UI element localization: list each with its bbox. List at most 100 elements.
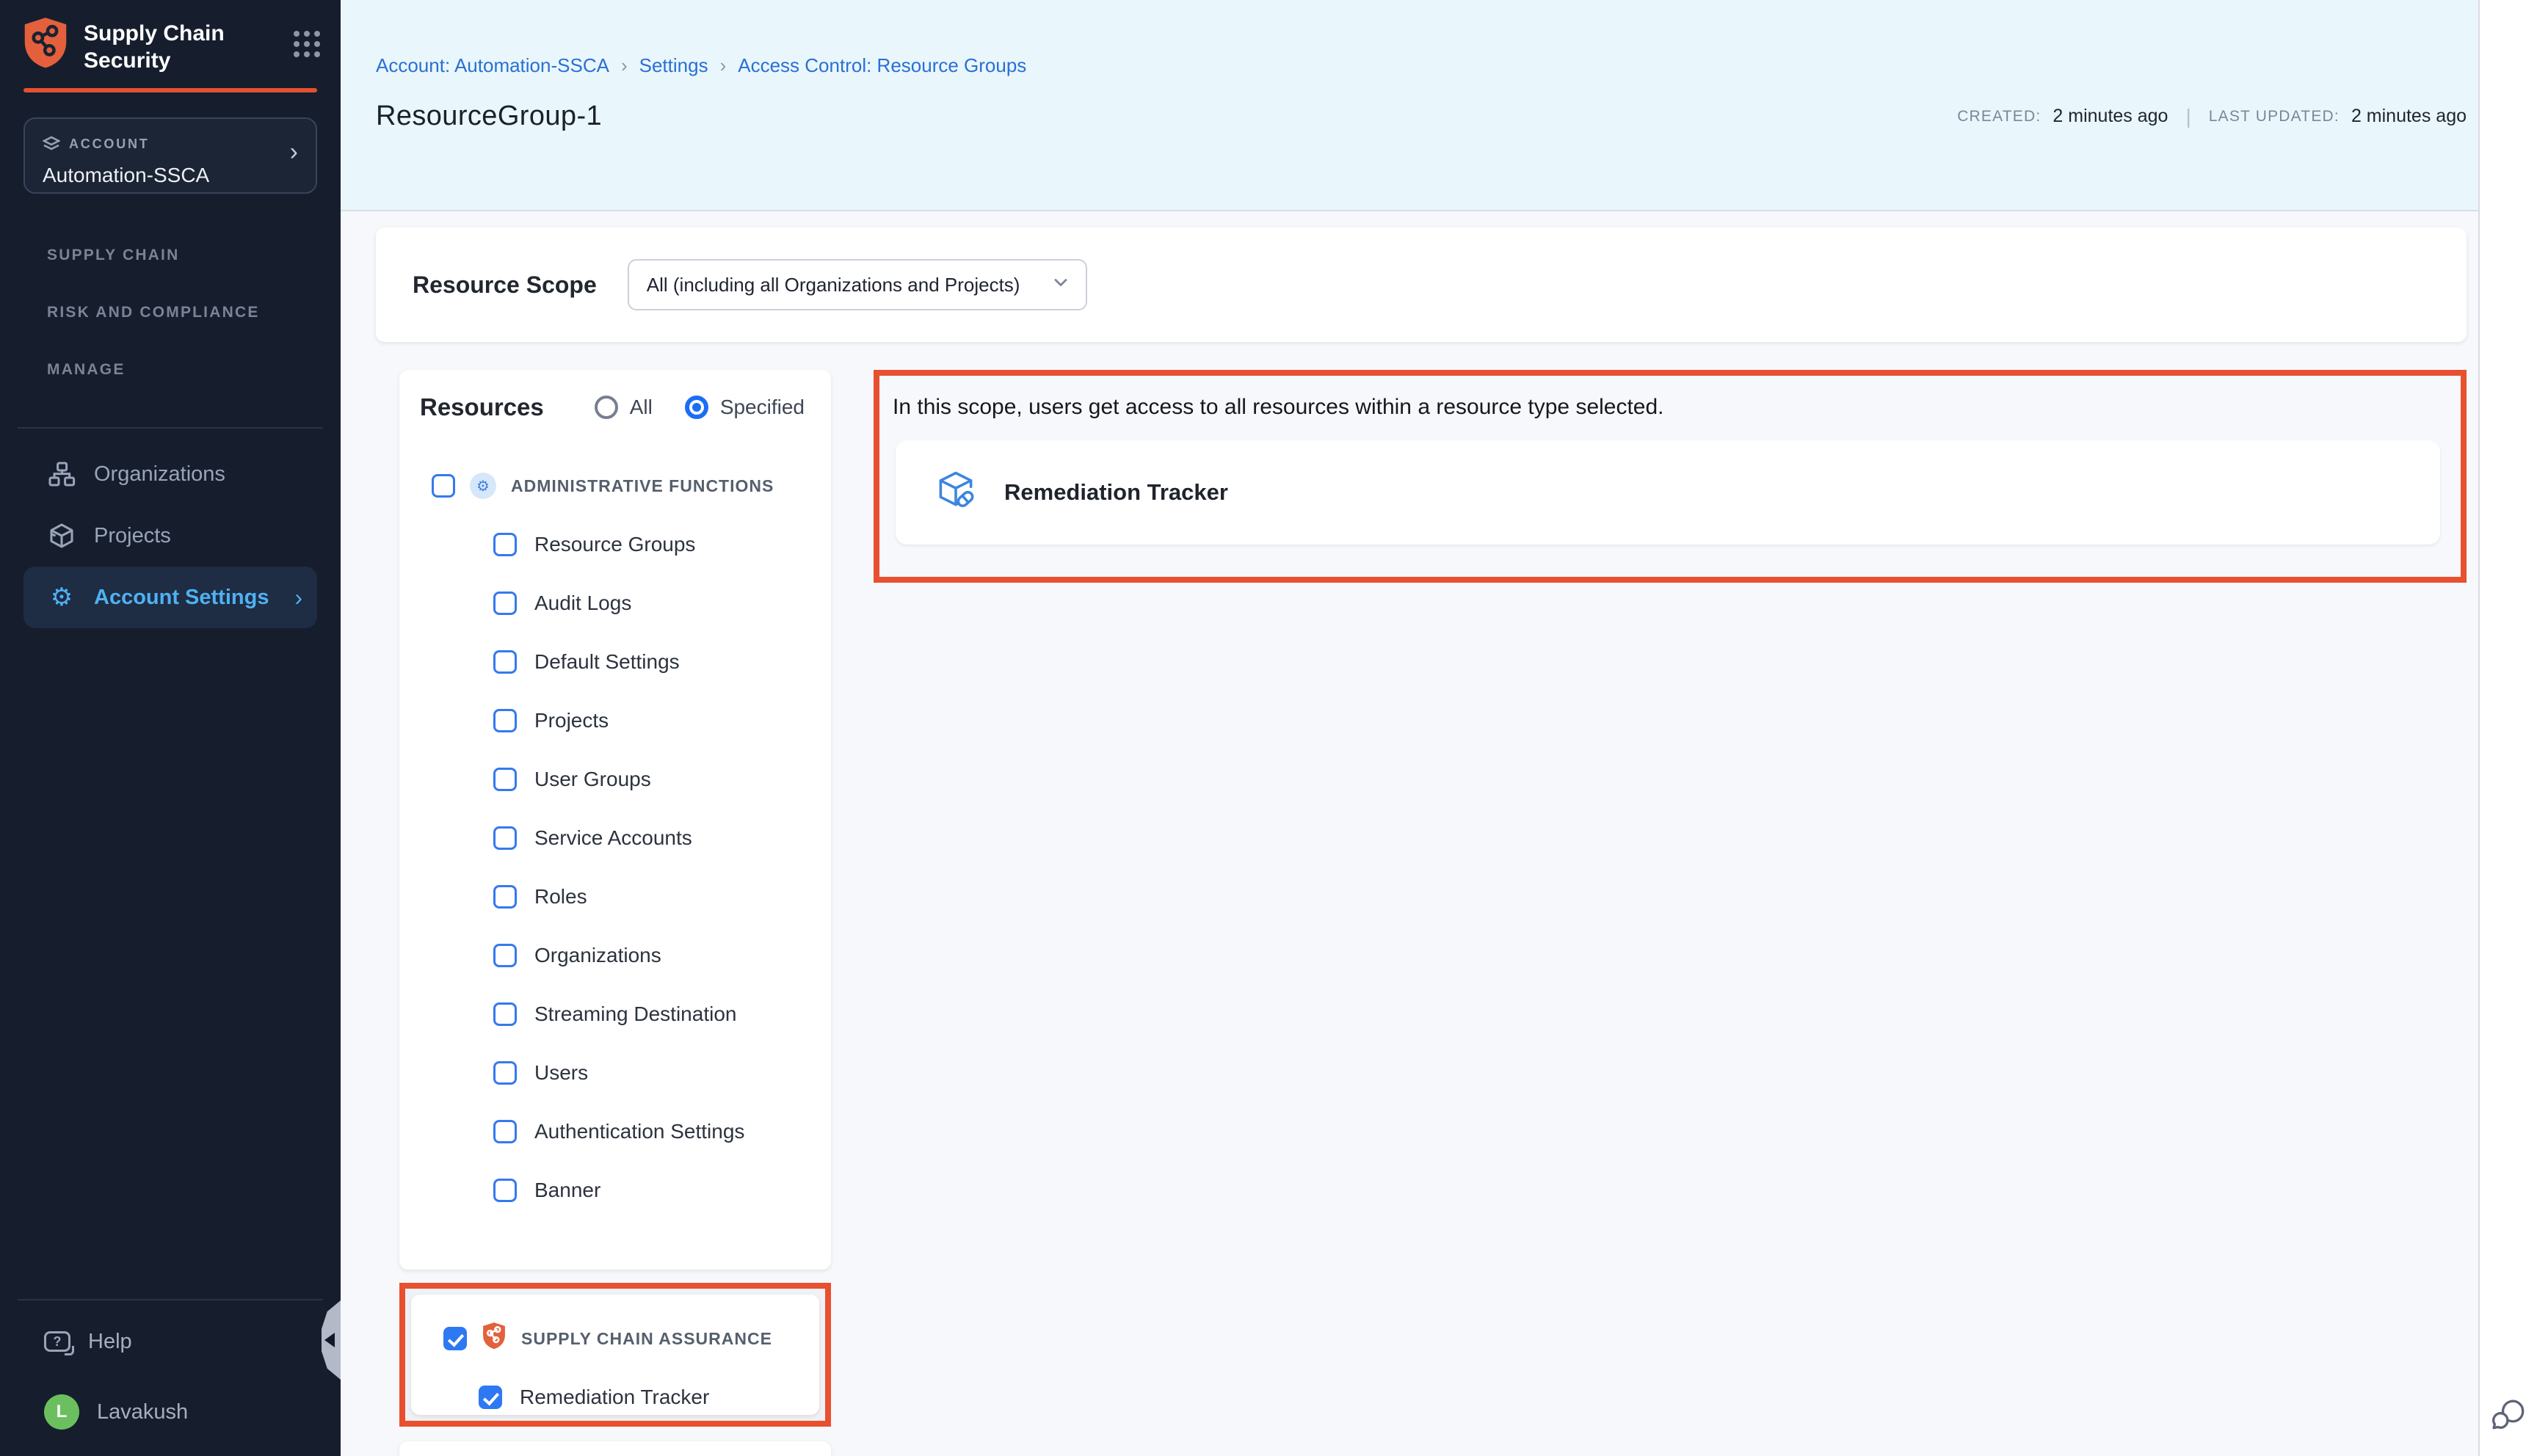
resource-row-user-groups[interactable]: User Groups: [420, 750, 810, 809]
scope-note-text: In this scope, users get access to all r…: [888, 395, 2440, 420]
checkbox-unchecked-icon[interactable]: [493, 650, 517, 674]
next-section-card-partial: [399, 1441, 831, 1456]
page-body: Resource Scope All (including all Organi…: [341, 211, 2478, 1456]
brand: Supply Chain Security: [0, 0, 341, 75]
annotation-box-supply-chain-assurance: SUPPLY CHAIN ASSURANCE Remediation Track…: [399, 1283, 831, 1427]
created-label: CREATED:: [1957, 108, 2041, 125]
checkbox-unchecked-icon[interactable]: [493, 709, 517, 732]
chevron-right-icon: ›: [290, 139, 298, 164]
help-label: Help: [88, 1330, 132, 1354]
resource-row-banner[interactable]: Banner: [420, 1161, 810, 1220]
resource-scope-label: Resource Scope: [413, 272, 597, 299]
right-gutter: [2478, 0, 2537, 1456]
breadcrumb-settings-link[interactable]: Settings: [639, 54, 708, 77]
resource-row-users[interactable]: Users: [420, 1044, 810, 1102]
checkbox-unchecked-icon[interactable]: [493, 592, 517, 615]
sidebar-nav: Organizations Projects ⚙ Account Setting…: [0, 443, 341, 628]
section-row-administrative-functions[interactable]: ⚙ ADMINISTRATIVE FUNCTIONS: [420, 456, 810, 515]
resource-scope-value: All (including all Organizations and Pro…: [647, 274, 1050, 296]
org-chart-icon: [47, 461, 76, 487]
sca-shield-icon: [482, 1322, 507, 1355]
avatar: L: [44, 1394, 79, 1430]
checkbox-unchecked-icon[interactable]: [493, 826, 517, 850]
meta-divider: |: [2185, 105, 2191, 128]
triangle-left-icon: [324, 1333, 335, 1347]
remediation-box-icon: [934, 467, 978, 517]
help-chat-icon: ?: [44, 1331, 70, 1352]
checkbox-checked-icon[interactable]: [479, 1386, 502, 1409]
resource-scope-select[interactable]: All (including all Organizations and Pro…: [628, 259, 1087, 310]
gear-icon: ⚙: [47, 585, 76, 610]
sidebar-item-organizations[interactable]: Organizations: [23, 443, 317, 505]
checkbox-unchecked-icon[interactable]: [493, 1120, 517, 1143]
updated-value: 2 minutes ago: [2351, 106, 2467, 127]
radio-all[interactable]: All: [595, 396, 653, 419]
resource-row-resource-groups[interactable]: Resource Groups: [420, 515, 810, 574]
resources-column: Resources All Specified: [399, 370, 831, 1456]
layers-icon: [43, 131, 60, 158]
radio-unselected-icon[interactable]: [595, 396, 618, 419]
checkbox-unchecked-icon[interactable]: [493, 944, 517, 967]
sidebar: Supply Chain Security ACCOUNT Automation…: [0, 0, 341, 1456]
main-content: Account: Automation-SSCA › Settings › Ac…: [341, 0, 2478, 1456]
chat-widget-icon[interactable]: [2491, 1396, 2528, 1438]
resource-row-organizations[interactable]: Organizations: [420, 926, 810, 985]
checkbox-checked-icon[interactable]: [443, 1327, 467, 1350]
updated-label: LAST UPDATED:: [2209, 108, 2340, 125]
section-row-supply-chain-assurance[interactable]: SUPPLY CHAIN ASSURANCE: [432, 1309, 802, 1368]
sidebar-divider: [18, 1299, 323, 1300]
sidebar-groups: SUPPLY CHAIN RISK AND COMPLIANCE MANAGE: [0, 247, 341, 418]
checkbox-unchecked-icon[interactable]: [493, 1061, 517, 1085]
user-name: Lavakush: [97, 1400, 188, 1424]
sidebar-item-account-settings[interactable]: ⚙ Account Settings ›: [23, 567, 317, 628]
checkbox-unchecked-icon[interactable]: [493, 885, 517, 909]
sidebar-group-risk-and-compliance[interactable]: RISK AND COMPLIANCE: [0, 304, 341, 321]
resources-card: Resources All Specified: [399, 370, 831, 1270]
resources-list: ⚙ ADMINISTRATIVE FUNCTIONS Resource Grou…: [420, 456, 810, 1220]
nav-label: Projects: [94, 524, 171, 548]
account-selector[interactable]: ACCOUNT Automation-SSCA ›: [23, 117, 317, 194]
breadcrumb-resource-groups-link[interactable]: Access Control: Resource Groups: [738, 54, 1026, 77]
cube-icon: [47, 523, 76, 549]
chevron-separator-icon: ›: [720, 54, 727, 77]
resource-row-authentication-settings[interactable]: Authentication Settings: [420, 1102, 810, 1161]
admin-functions-gear-icon: ⚙: [470, 473, 496, 499]
chevron-down-icon: [1050, 272, 1071, 299]
brand-shield-logo-icon: [22, 16, 69, 75]
resource-row-roles[interactable]: Roles: [420, 867, 810, 926]
resource-row-projects[interactable]: Projects: [420, 691, 810, 750]
sidebar-group-manage[interactable]: MANAGE: [0, 361, 341, 379]
supply-chain-assurance-card: SUPPLY CHAIN ASSURANCE Remediation Track…: [411, 1295, 819, 1415]
account-label: ACCOUNT: [69, 136, 150, 152]
nav-label: Organizations: [94, 462, 225, 487]
app-switcher-icon[interactable]: [294, 31, 320, 57]
breadcrumb-account-link[interactable]: Account: Automation-SSCA: [376, 54, 609, 77]
resource-row-default-settings[interactable]: Default Settings: [420, 633, 810, 691]
sidebar-divider: [18, 427, 323, 429]
resource-name: Remediation Tracker: [1004, 479, 1228, 506]
checkbox-unchecked-icon[interactable]: [493, 768, 517, 791]
account-name: Automation-SSCA: [43, 164, 298, 187]
checkbox-unchecked-icon[interactable]: [493, 533, 517, 556]
resource-row-audit-logs[interactable]: Audit Logs: [420, 574, 810, 633]
resource-row-streaming-destination[interactable]: Streaming Destination: [420, 985, 810, 1044]
nav-label: Account Settings: [94, 586, 269, 610]
sidebar-group-supply-chain[interactable]: SUPPLY CHAIN: [0, 247, 341, 264]
resource-row-service-accounts[interactable]: Service Accounts: [420, 809, 810, 867]
selected-resource-row[interactable]: Remediation Tracker: [896, 440, 2440, 545]
brand-title: Supply Chain Security: [84, 16, 225, 74]
annotation-box-scope-note: In this scope, users get access to all r…: [874, 370, 2467, 583]
resource-row-remediation-tracker[interactable]: Remediation Tracker: [432, 1368, 802, 1427]
checkbox-unchecked-icon[interactable]: [432, 474, 455, 498]
radio-specified[interactable]: Specified: [685, 396, 805, 419]
chevron-separator-icon: ›: [621, 54, 628, 77]
help-button[interactable]: ? Help: [0, 1312, 341, 1371]
app-root: Supply Chain Security ACCOUNT Automation…: [0, 0, 2537, 1456]
sidebar-item-projects[interactable]: Projects: [23, 505, 317, 567]
user-menu[interactable]: L Lavakush: [0, 1383, 341, 1441]
chevron-right-icon: ›: [294, 584, 302, 611]
meta-timestamps: CREATED: 2 minutes ago | LAST UPDATED: 2…: [1957, 105, 2467, 128]
checkbox-unchecked-icon[interactable]: [493, 1002, 517, 1026]
checkbox-unchecked-icon[interactable]: [493, 1179, 517, 1202]
radio-selected-icon[interactable]: [685, 396, 708, 419]
